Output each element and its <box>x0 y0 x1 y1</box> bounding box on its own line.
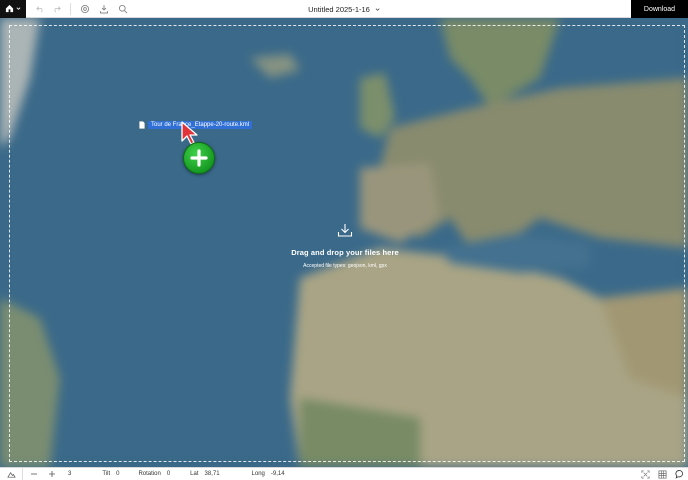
search-icon[interactable] <box>115 1 131 17</box>
undo-icon[interactable] <box>32 1 48 17</box>
rotation-readout: Rotation 0 <box>138 471 170 477</box>
drop-instructions: Drag and drop your files here Accepted f… <box>245 223 445 269</box>
tilt-readout: Tilt 0 <box>102 471 119 477</box>
chevron-down-icon <box>375 5 380 14</box>
toolbar-divider <box>70 2 71 15</box>
document-title-dropdown[interactable]: Untitled 2025-1-16 <box>308 0 380 18</box>
chat-icon[interactable] <box>671 468 688 480</box>
tilt-value: 0 <box>116 471 120 477</box>
status-right-icons <box>637 468 688 480</box>
dragged-file-name: Tour de France_Etappe-20-route.kml <box>148 121 253 129</box>
long-label: Long <box>251 471 265 477</box>
drop-subtitle: Accepted file types: geojson, kml, gpx <box>303 263 387 269</box>
map-canvas[interactable]: Drag and drop your files here Accepted f… <box>0 18 688 467</box>
top-toolbar: Untitled 2025-1-16 Download <box>0 0 688 18</box>
latitude-readout: Lat 38,71 <box>190 471 219 477</box>
divider <box>22 467 23 480</box>
lat-value: 38,71 <box>204 471 220 477</box>
home-menu-button[interactable] <box>0 0 26 18</box>
lat-label: Lat <box>190 471 199 477</box>
document-title: Untitled 2025-1-16 <box>308 4 370 14</box>
zoom-out-icon[interactable] <box>27 466 41 480</box>
rotation-label: Rotation <box>138 471 161 477</box>
download-button[interactable]: Download <box>631 0 688 18</box>
rotation-value: 0 <box>166 471 171 477</box>
add-plus-icon <box>183 142 215 174</box>
drop-title: Drag and drop your files here <box>291 248 399 257</box>
longitude-readout: Long -9,14 <box>252 471 285 477</box>
zoom-level: 3 <box>68 471 72 477</box>
redo-icon[interactable] <box>48 1 64 17</box>
long-value: -9,14 <box>270 471 285 477</box>
status-bar: 3 Tilt 0 Rotation 0 Lat 38,71 Long -9,14 <box>0 467 688 480</box>
settings-icon[interactable] <box>77 1 93 17</box>
tilt-label: Tilt <box>102 471 111 477</box>
terrain-toggle-icon[interactable] <box>0 468 22 480</box>
grid-icon[interactable] <box>654 468 671 480</box>
download-icon[interactable] <box>96 1 112 17</box>
fullscreen-icon[interactable] <box>637 468 654 480</box>
chevron-down-icon <box>16 6 21 11</box>
zoom-in-icon[interactable] <box>45 466 59 480</box>
home-icon <box>5 4 14 13</box>
file-icon <box>139 116 145 134</box>
download-tray-icon <box>337 223 353 242</box>
